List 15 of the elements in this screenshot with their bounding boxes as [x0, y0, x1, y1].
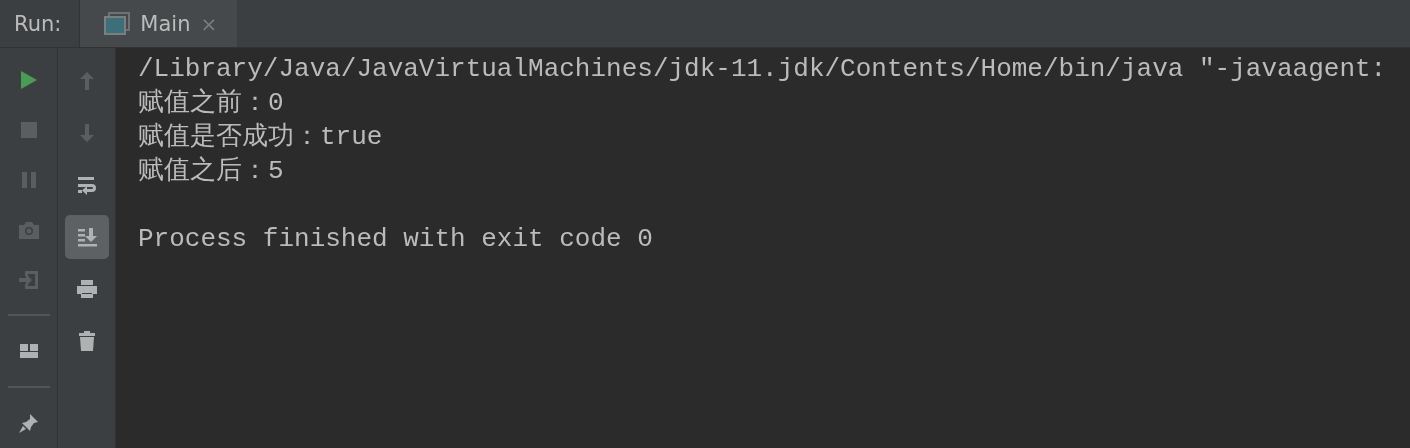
run-tab[interactable]: Main × [79, 0, 238, 47]
panel-label: Run: [13, 10, 63, 38]
soft-wrap-icon [75, 174, 98, 196]
pin-icon [17, 412, 40, 435]
exit-icon [17, 268, 40, 291]
exit-message: Process finished with exit code 0 [138, 223, 653, 256]
console-line: 赋值之后：5 [138, 155, 284, 188]
console-line: 赋值是否成功：true [138, 121, 383, 154]
printer-icon [75, 278, 98, 300]
console-line: 赋值之前：0 [138, 87, 284, 120]
toolbar-button[interactable] [64, 215, 109, 259]
scroll-to-end-icon [75, 226, 98, 248]
console-line: /Library/Java/JavaVirtualMachines/jdk-11.jdk/Contents/Home/bin/java "-javaagent: [138, 53, 1387, 86]
tab-label: Main [140, 11, 191, 36]
window-icon [104, 11, 131, 36]
